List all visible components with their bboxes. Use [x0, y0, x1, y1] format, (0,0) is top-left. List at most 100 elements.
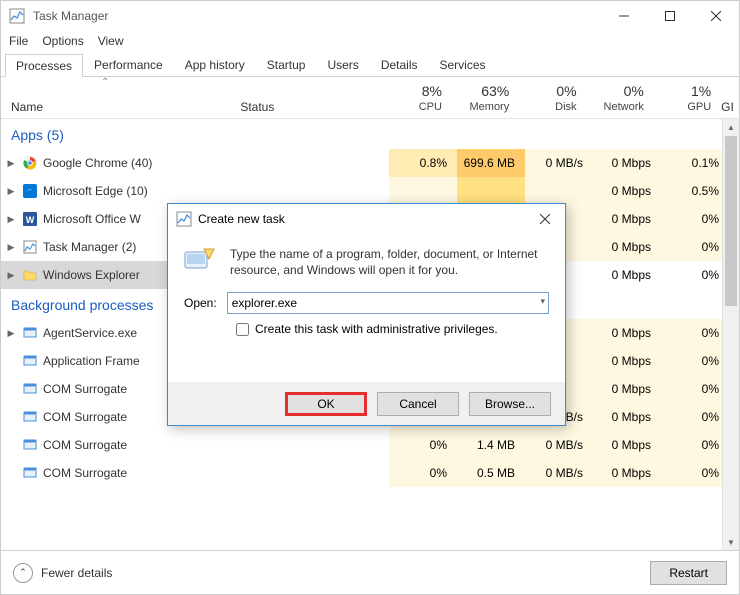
cell-disk: 0 MB/s — [525, 431, 593, 459]
fewer-details-label: Fewer details — [41, 566, 112, 580]
col-gpu[interactable]: 1%GPU — [654, 77, 721, 118]
menu-bar: File Options View — [1, 31, 739, 51]
tab-app-history[interactable]: App history — [174, 53, 256, 76]
expand-icon[interactable]: ▶ — [1, 270, 21, 281]
scroll-up-icon[interactable]: ▲ — [723, 119, 739, 136]
app-icon — [21, 437, 39, 453]
ok-button[interactable]: OK — [285, 392, 367, 416]
tm-icon — [21, 239, 39, 255]
app-icon — [21, 409, 39, 425]
cell-gpu: 0% — [661, 375, 729, 403]
expand-icon[interactable]: ▶ — [1, 328, 21, 339]
tab-processes[interactable]: Processes — [5, 54, 83, 77]
cell-gpu: 0.5% — [661, 177, 729, 205]
process-row[interactable]: ▶Microsoft Edge (10)0 Mbps0.5% — [1, 177, 739, 205]
dropdown-icon[interactable]: ▾ — [540, 296, 545, 307]
app-icon — [21, 381, 39, 397]
word-icon: W — [21, 211, 39, 227]
cell-gpu: 0% — [661, 261, 729, 289]
cell-disk: 0 MB/s — [525, 459, 593, 487]
col-cpu[interactable]: 8%CPU — [385, 77, 452, 118]
run-icon — [184, 246, 216, 274]
cell-gpu: 0% — [661, 205, 729, 233]
process-row[interactable]: COM Surrogate0%1.4 MB0 MB/s0 Mbps0% — [1, 431, 739, 459]
col-status[interactable]: Status — [236, 77, 384, 118]
tab-strip: Processes Performance App history Startu… — [1, 53, 739, 77]
col-memory[interactable]: 63%Memory — [452, 77, 519, 118]
maximize-button[interactable] — [647, 1, 693, 31]
app-icon — [21, 325, 39, 341]
expand-icon[interactable]: ▶ — [1, 158, 21, 169]
tab-users[interactable]: Users — [316, 53, 369, 76]
expand-icon[interactable]: ▶ — [1, 186, 21, 197]
cell-network: 0 Mbps — [593, 459, 661, 487]
scroll-down-icon[interactable]: ▼ — [723, 534, 739, 551]
cell-network: 0 Mbps — [593, 233, 661, 261]
process-name: Google Chrome (40) — [39, 156, 389, 170]
task-manager-icon — [176, 211, 192, 227]
cell-gpu: 0% — [661, 347, 729, 375]
dialog-close-button[interactable] — [525, 204, 565, 234]
col-extra[interactable]: GI — [721, 77, 739, 118]
svg-text:W: W — [26, 215, 35, 225]
cell-disk: 0 MB/s — [525, 149, 593, 177]
footer-bar: ⌃ Fewer details Restart — [1, 550, 739, 594]
open-combobox[interactable]: ▾ — [227, 292, 549, 314]
dialog-title-bar[interactable]: Create new task — [168, 204, 565, 234]
cell-network: 0 Mbps — [593, 375, 661, 403]
cell-gpu: 0% — [661, 459, 729, 487]
admin-checkbox[interactable] — [236, 323, 249, 336]
cell-gpu: 0% — [661, 403, 729, 431]
menu-options[interactable]: Options — [42, 34, 83, 48]
group-apps: Apps (5) — [1, 119, 739, 149]
expand-icon[interactable]: ▶ — [1, 242, 21, 253]
cell-network: 0 Mbps — [593, 431, 661, 459]
cell-network: 0 Mbps — [593, 149, 661, 177]
process-row[interactable]: COM Surrogate0%0.5 MB0 MB/s0 Mbps0% — [1, 459, 739, 487]
process-name: COM Surrogate — [39, 466, 389, 480]
menu-view[interactable]: View — [98, 34, 124, 48]
task-manager-icon — [9, 8, 25, 24]
open-input[interactable] — [227, 292, 549, 314]
explorer-icon — [21, 267, 39, 283]
col-network[interactable]: 0%Network — [587, 77, 654, 118]
process-name: COM Surrogate — [39, 438, 389, 452]
title-bar: Task Manager — [1, 1, 739, 31]
create-new-task-dialog: Create new task Type the name of a progr… — [167, 203, 566, 426]
cell-network: 0 Mbps — [593, 347, 661, 375]
cell-memory: 0.5 MB — [457, 459, 525, 487]
vertical-scrollbar[interactable]: ▲ ▼ — [722, 119, 739, 551]
expand-icon[interactable]: ▶ — [1, 214, 21, 225]
cell-network: 0 Mbps — [593, 177, 661, 205]
restart-button[interactable]: Restart — [650, 561, 727, 585]
scroll-thumb[interactable] — [725, 136, 737, 306]
minimize-button[interactable] — [601, 1, 647, 31]
col-disk[interactable]: 0%Disk — [519, 77, 586, 118]
menu-file[interactable]: File — [9, 34, 28, 48]
tab-performance[interactable]: Performance — [83, 53, 174, 76]
cell-network: 0 Mbps — [593, 205, 661, 233]
tab-services[interactable]: Services — [429, 53, 497, 76]
cell-network: 0 Mbps — [593, 403, 661, 431]
close-button[interactable] — [693, 1, 739, 31]
cell-network: 0 Mbps — [593, 261, 661, 289]
window-title: Task Manager — [33, 9, 601, 23]
cell-cpu: 0.8% — [389, 149, 457, 177]
tab-details[interactable]: Details — [370, 53, 429, 76]
cell-gpu: 0% — [661, 233, 729, 261]
cell-network: 0 Mbps — [593, 319, 661, 347]
browse-button[interactable]: Browse... — [469, 392, 551, 416]
dialog-description: Type the name of a program, folder, docu… — [230, 246, 549, 278]
process-row[interactable]: ▶ Google Chrome (40)0.8%699.6 MB0 MB/s0 M… — [1, 149, 739, 177]
column-headers: Name⌃ Status 8%CPU 63%Memory 0%Disk 0%Ne… — [1, 77, 739, 119]
tab-startup[interactable]: Startup — [256, 53, 317, 76]
edge-icon — [21, 183, 39, 199]
col-name[interactable]: Name⌃ — [1, 77, 236, 118]
sort-indicator-icon: ⌃ — [101, 77, 109, 88]
cancel-button[interactable]: Cancel — [377, 392, 459, 416]
cell-gpu: 0% — [661, 431, 729, 459]
cell-memory: 699.6 MB — [457, 149, 525, 177]
fewer-details-button[interactable]: ⌃ Fewer details — [13, 563, 112, 583]
cell-memory: 1.4 MB — [457, 431, 525, 459]
app-icon — [21, 353, 39, 369]
